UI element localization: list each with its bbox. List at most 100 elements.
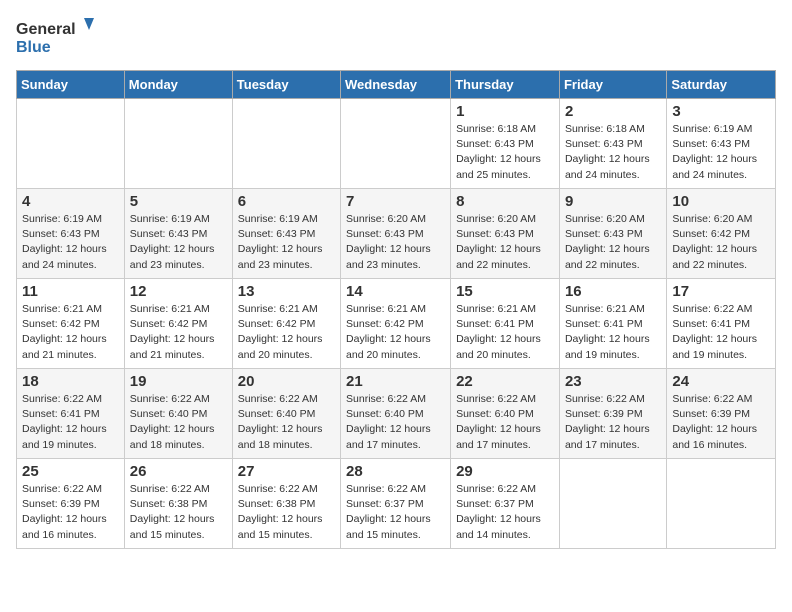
day-number: 22	[456, 373, 554, 390]
day-info: Sunrise: 6:18 AMSunset: 6:43 PMDaylight:…	[565, 122, 661, 183]
calendar-day: 6 Sunrise: 6:19 AMSunset: 6:43 PMDaylight…	[232, 189, 340, 279]
day-info: Sunrise: 6:22 AMSunset: 6:37 PMDaylight:…	[456, 482, 554, 543]
calendar-day: 19 Sunrise: 6:22 AMSunset: 6:40 PMDayligh…	[124, 369, 232, 459]
calendar-day: 1 Sunrise: 6:18 AMSunset: 6:43 PMDaylight…	[451, 99, 560, 189]
day-number: 8	[456, 193, 554, 210]
day-info: Sunrise: 6:22 AMSunset: 6:41 PMDaylight:…	[22, 392, 119, 453]
day-number: 17	[672, 283, 770, 300]
calendar-header-row: SundayMondayTuesdayWednesdayThursdayFrid…	[17, 71, 776, 99]
column-header-saturday: Saturday	[667, 71, 776, 99]
calendar-day: 3 Sunrise: 6:19 AMSunset: 6:43 PMDaylight…	[667, 99, 776, 189]
calendar-day: 29 Sunrise: 6:22 AMSunset: 6:37 PMDayligh…	[451, 459, 560, 549]
day-number: 16	[565, 283, 661, 300]
day-number: 12	[130, 283, 227, 300]
calendar-week-2: 4 Sunrise: 6:19 AMSunset: 6:43 PMDaylight…	[17, 189, 776, 279]
column-header-friday: Friday	[559, 71, 666, 99]
day-info: Sunrise: 6:22 AMSunset: 6:40 PMDaylight:…	[238, 392, 335, 453]
calendar-day: 17Sunrise: 6:22 AMSunset: 6:41 PMDayligh…	[667, 279, 776, 369]
day-info: Sunrise: 6:22 AMSunset: 6:39 PMDaylight:…	[565, 392, 661, 453]
day-info: Sunrise: 6:21 AMSunset: 6:42 PMDaylight:…	[130, 302, 227, 363]
calendar-day: 4Sunrise: 6:19 AMSunset: 6:43 PMDaylight…	[17, 189, 125, 279]
calendar-day: 8 Sunrise: 6:20 AMSunset: 6:43 PMDaylight…	[451, 189, 560, 279]
column-header-sunday: Sunday	[17, 71, 125, 99]
calendar-day: 12 Sunrise: 6:21 AMSunset: 6:42 PMDayligh…	[124, 279, 232, 369]
day-info: Sunrise: 6:22 AMSunset: 6:40 PMDaylight:…	[456, 392, 554, 453]
day-info: Sunrise: 6:19 AMSunset: 6:43 PMDaylight:…	[672, 122, 770, 183]
svg-text:Blue: Blue	[16, 39, 51, 56]
page-header: General Blue	[16, 16, 776, 58]
calendar-day: 7 Sunrise: 6:20 AMSunset: 6:43 PMDaylight…	[341, 189, 451, 279]
day-number: 3	[672, 103, 770, 120]
day-info: Sunrise: 6:20 AMSunset: 6:43 PMDaylight:…	[346, 212, 445, 273]
day-info: Sunrise: 6:20 AMSunset: 6:43 PMDaylight:…	[565, 212, 661, 273]
calendar-day	[559, 459, 666, 549]
calendar-day: 9 Sunrise: 6:20 AMSunset: 6:43 PMDaylight…	[559, 189, 666, 279]
day-number: 1	[456, 103, 554, 120]
day-info: Sunrise: 6:20 AMSunset: 6:43 PMDaylight:…	[456, 212, 554, 273]
day-info: Sunrise: 6:21 AMSunset: 6:41 PMDaylight:…	[456, 302, 554, 363]
calendar-day: 14 Sunrise: 6:21 AMSunset: 6:42 PMDayligh…	[341, 279, 451, 369]
calendar-day: 23 Sunrise: 6:22 AMSunset: 6:39 PMDayligh…	[559, 369, 666, 459]
calendar-day: 16 Sunrise: 6:21 AMSunset: 6:41 PMDayligh…	[559, 279, 666, 369]
day-number: 7	[346, 193, 445, 210]
day-info: Sunrise: 6:21 AMSunset: 6:42 PMDaylight:…	[346, 302, 445, 363]
calendar-day: 26 Sunrise: 6:22 AMSunset: 6:38 PMDayligh…	[124, 459, 232, 549]
day-info: Sunrise: 6:22 AMSunset: 6:40 PMDaylight:…	[346, 392, 445, 453]
day-info: Sunrise: 6:20 AMSunset: 6:42 PMDaylight:…	[672, 212, 770, 273]
calendar-day: 15 Sunrise: 6:21 AMSunset: 6:41 PMDayligh…	[451, 279, 560, 369]
day-number: 10	[672, 193, 770, 210]
day-number: 14	[346, 283, 445, 300]
day-number: 21	[346, 373, 445, 390]
day-number: 4	[22, 193, 119, 210]
day-info: Sunrise: 6:22 AMSunset: 6:38 PMDaylight:…	[130, 482, 227, 543]
day-info: Sunrise: 6:22 AMSunset: 6:39 PMDaylight:…	[22, 482, 119, 543]
day-info: Sunrise: 6:19 AMSunset: 6:43 PMDaylight:…	[130, 212, 227, 273]
calendar-day	[341, 99, 451, 189]
calendar-day: 2 Sunrise: 6:18 AMSunset: 6:43 PMDaylight…	[559, 99, 666, 189]
calendar-day: 18 Sunrise: 6:22 AMSunset: 6:41 PMDayligh…	[17, 369, 125, 459]
calendar-week-3: 11Sunrise: 6:21 AMSunset: 6:42 PMDayligh…	[17, 279, 776, 369]
day-number: 28	[346, 463, 445, 480]
day-number: 20	[238, 373, 335, 390]
day-info: Sunrise: 6:21 AMSunset: 6:42 PMDaylight:…	[238, 302, 335, 363]
day-number: 23	[565, 373, 661, 390]
day-info: Sunrise: 6:18 AMSunset: 6:43 PMDaylight:…	[456, 122, 554, 183]
day-number: 26	[130, 463, 227, 480]
calendar-day	[667, 459, 776, 549]
calendar-day: 10 Sunrise: 6:20 AMSunset: 6:42 PMDayligh…	[667, 189, 776, 279]
day-number: 5	[130, 193, 227, 210]
day-info: Sunrise: 6:22 AMSunset: 6:39 PMDaylight:…	[672, 392, 770, 453]
calendar-day: 11Sunrise: 6:21 AMSunset: 6:42 PMDayligh…	[17, 279, 125, 369]
day-info: Sunrise: 6:22 AMSunset: 6:40 PMDaylight:…	[130, 392, 227, 453]
day-info: Sunrise: 6:21 AMSunset: 6:41 PMDaylight:…	[565, 302, 661, 363]
day-number: 18	[22, 373, 119, 390]
day-number: 6	[238, 193, 335, 210]
day-number: 29	[456, 463, 554, 480]
logo: General Blue	[16, 16, 96, 58]
calendar-week-1: 1 Sunrise: 6:18 AMSunset: 6:43 PMDaylight…	[17, 99, 776, 189]
day-number: 19	[130, 373, 227, 390]
day-number: 2	[565, 103, 661, 120]
day-number: 13	[238, 283, 335, 300]
day-number: 24	[672, 373, 770, 390]
calendar-day: 24 Sunrise: 6:22 AMSunset: 6:39 PMDayligh…	[667, 369, 776, 459]
calendar-day	[17, 99, 125, 189]
calendar-week-4: 18 Sunrise: 6:22 AMSunset: 6:41 PMDayligh…	[17, 369, 776, 459]
calendar-day: 5 Sunrise: 6:19 AMSunset: 6:43 PMDaylight…	[124, 189, 232, 279]
day-number: 15	[456, 283, 554, 300]
calendar-day: 28 Sunrise: 6:22 AMSunset: 6:37 PMDayligh…	[341, 459, 451, 549]
svg-text:General: General	[16, 21, 76, 38]
calendar-day: 21 Sunrise: 6:22 AMSunset: 6:40 PMDayligh…	[341, 369, 451, 459]
calendar-day: 25Sunrise: 6:22 AMSunset: 6:39 PMDayligh…	[17, 459, 125, 549]
calendar-day: 27Sunrise: 6:22 AMSunset: 6:38 PMDayligh…	[232, 459, 340, 549]
day-number: 9	[565, 193, 661, 210]
generalblue-logo-icon: General Blue	[16, 16, 96, 58]
column-header-wednesday: Wednesday	[341, 71, 451, 99]
day-info: Sunrise: 6:22 AMSunset: 6:37 PMDaylight:…	[346, 482, 445, 543]
calendar-day: 13 Sunrise: 6:21 AMSunset: 6:42 PMDayligh…	[232, 279, 340, 369]
day-info: Sunrise: 6:22 AMSunset: 6:38 PMDaylight:…	[238, 482, 335, 543]
day-info: Sunrise: 6:19 AMSunset: 6:43 PMDaylight:…	[238, 212, 335, 273]
calendar-day: 22 Sunrise: 6:22 AMSunset: 6:40 PMDayligh…	[451, 369, 560, 459]
calendar-day	[232, 99, 340, 189]
column-header-thursday: Thursday	[451, 71, 560, 99]
